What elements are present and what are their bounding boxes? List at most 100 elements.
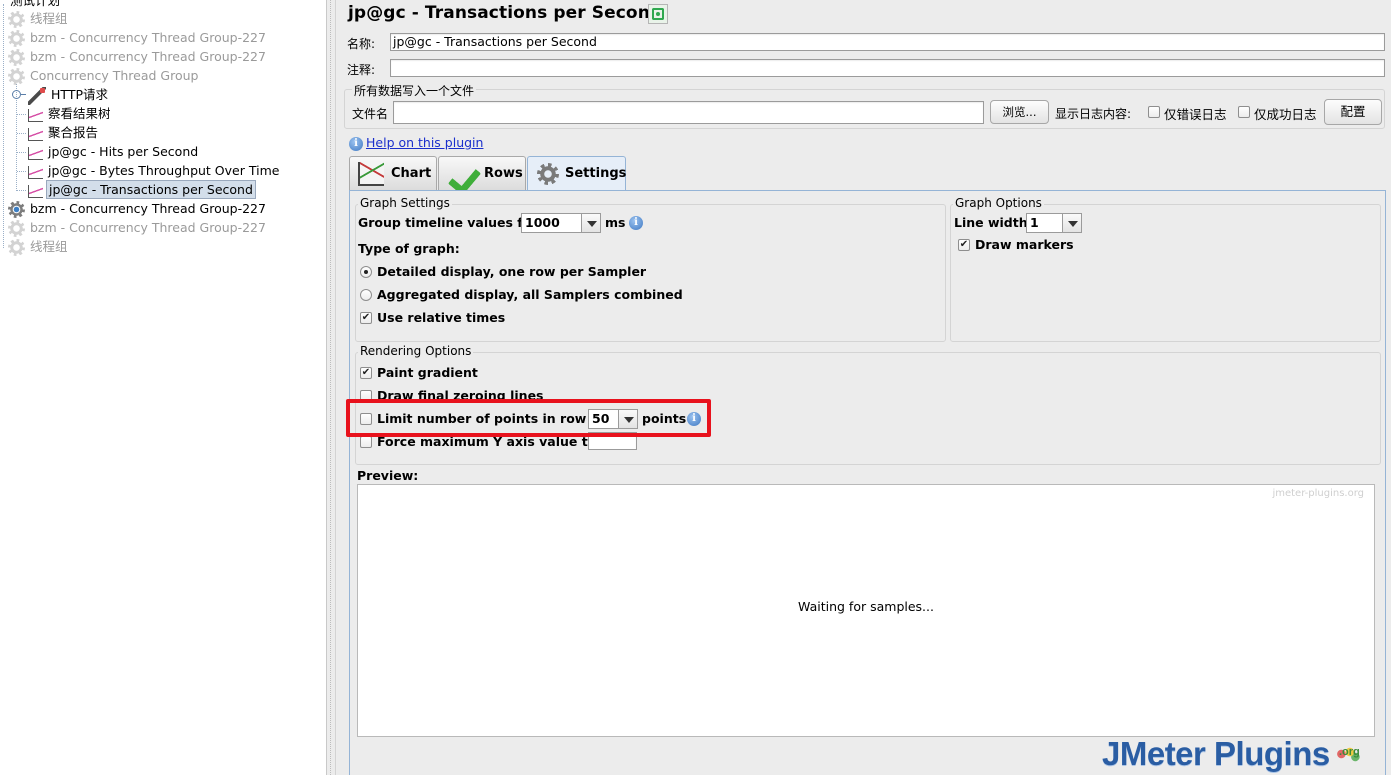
- force-max-y-checkbox[interactable]: [360, 436, 372, 448]
- filename-field[interactable]: [393, 101, 984, 124]
- tree-item-label: bzm - Concurrency Thread Group-227: [30, 201, 266, 216]
- gear-icon: [8, 30, 25, 47]
- tree-connector-line: [3, 4, 4, 248]
- preview-label: Preview:: [357, 468, 419, 483]
- chevron-down-icon[interactable]: [1062, 214, 1081, 232]
- help-link[interactable]: Help on this plugin: [366, 135, 483, 150]
- draw-markers-label: Draw markers: [975, 237, 1074, 252]
- configure-button[interactable]: 配置: [1324, 99, 1382, 125]
- aggregated-display-label: Aggregated display, all Samplers combine…: [377, 287, 683, 302]
- graph-listener-icon: [28, 128, 43, 141]
- tree-item-thread-group[interactable]: 线程组: [8, 9, 70, 28]
- detailed-display-radio[interactable]: [360, 266, 372, 278]
- tree-expand-handle[interactable]: [12, 90, 26, 99]
- graph-listener-icon: [28, 109, 43, 122]
- success-only-checkbox[interactable]: [1238, 106, 1250, 118]
- draw-markers-checkbox[interactable]: ✔: [958, 239, 970, 251]
- chart-icon: [358, 162, 384, 186]
- errors-only-checkbox[interactable]: [1148, 106, 1160, 118]
- tree-item-concurrency-group[interactable]: bzm - Concurrency Thread Group-227: [8, 28, 268, 47]
- gear-icon: [537, 163, 559, 185]
- tree-item-aggregate-report[interactable]: 聚合报告: [28, 123, 100, 142]
- gear-icon: [8, 11, 25, 28]
- waiting-message: Waiting for samples...: [798, 599, 934, 614]
- panel-title: jp@gc - Transactions per Second: [348, 3, 663, 23]
- watermark-text: jmeter-plugins.org: [1272, 488, 1364, 499]
- test-plan-tree[interactable]: 测试计划 线程组 bzm - Concurrency Thread Group-…: [0, 0, 326, 775]
- graph-listener-icon: [28, 147, 43, 160]
- line-width-combo[interactable]: 1: [1026, 213, 1082, 233]
- tree-item-concurrency-group-active[interactable]: bzm - Concurrency Thread Group-227: [8, 199, 268, 218]
- tree-connector-line: [17, 133, 26, 134]
- tab-chart-label: Chart: [391, 166, 432, 181]
- listener-config-panel: jp@gc - Transactions per Second 名称: jp@g…: [337, 0, 1391, 775]
- paint-gradient-checkbox[interactable]: ✔: [360, 367, 372, 379]
- tree-item-concurrency-group[interactable]: bzm - Concurrency Thread Group-227: [8, 47, 268, 66]
- graph-listener-icon: [28, 166, 43, 179]
- write-to-file-title: 所有数据写入一个文件: [352, 82, 477, 99]
- group-timeline-value: 1000: [525, 215, 560, 230]
- tree-connector-line: [17, 190, 26, 191]
- info-icon: i: [349, 137, 363, 151]
- line-width-label: Line width:: [954, 215, 1033, 230]
- tab-chart[interactable]: Chart: [349, 156, 437, 190]
- browse-button[interactable]: 浏览...: [990, 100, 1049, 124]
- tab-settings-label: Settings: [565, 166, 627, 181]
- gear-icon: [8, 201, 25, 218]
- tree-connector-line: [16, 84, 17, 191]
- aggregated-display-radio[interactable]: [360, 289, 372, 301]
- detailed-display-label: Detailed display, one row per Sampler: [377, 264, 647, 279]
- graph-options-title: Graph Options: [953, 196, 1044, 210]
- tree-item-label: 线程组: [30, 239, 68, 254]
- info-icon[interactable]: i: [629, 216, 643, 230]
- relative-times-label: Use relative times: [377, 310, 506, 325]
- tab-settings[interactable]: Settings: [527, 156, 626, 191]
- tree-item-http-request[interactable]: HTTP请求: [28, 85, 110, 105]
- tree-item-view-results-tree[interactable]: 察看结果树: [28, 104, 113, 123]
- tree-item-label: bzm - Concurrency Thread Group-227: [30, 30, 266, 45]
- checkmark-icon: [449, 161, 479, 189]
- tree-item-label: bzm - Concurrency Thread Group-227: [30, 49, 266, 64]
- comment-field[interactable]: [390, 59, 1385, 77]
- tree-item-concurrency-group[interactable]: bzm - Concurrency Thread Group-227: [8, 218, 268, 237]
- tree-item-label: jp@gc - Hits per Second: [48, 144, 199, 159]
- tree-item-bytes-throughput[interactable]: jp@gc - Bytes Throughput Over Time: [28, 161, 281, 180]
- relative-times-checkbox[interactable]: ✔: [360, 312, 372, 324]
- name-field[interactable]: jp@gc - Transactions per Second: [390, 33, 1385, 51]
- chevron-down-icon[interactable]: [581, 214, 600, 232]
- tree-item-label: jp@gc - Transactions per Second: [46, 180, 256, 199]
- jmeter-plugins-logo: JMeter Plugins: [1102, 735, 1330, 772]
- jmeter-plugins-logo-suffix: .org: [1339, 746, 1360, 758]
- settings-tab-panel: Graph Settings Group timeline values for…: [349, 190, 1386, 775]
- name-label: 名称:: [347, 37, 376, 51]
- panel-splitter[interactable]: [326, 0, 336, 775]
- line-width-value: 1: [1030, 215, 1039, 230]
- gear-icon: [8, 220, 25, 237]
- tree-item-label: 察看结果树: [48, 106, 111, 121]
- annotation-highlight-box: [346, 399, 711, 437]
- tree-item-hits-per-second[interactable]: jp@gc - Hits per Second: [28, 142, 200, 161]
- success-only-label: 仅成功日志: [1254, 107, 1317, 122]
- tree-item-label: Concurrency Thread Group: [30, 68, 199, 83]
- gear-icon: [8, 68, 25, 85]
- tree-item-label: 线程组: [30, 11, 68, 26]
- tab-rows[interactable]: Rows: [438, 156, 526, 190]
- type-of-graph-label: Type of graph:: [358, 241, 460, 256]
- comment-label: 注释:: [347, 63, 376, 77]
- tree-root-label: 测试计划: [10, 0, 61, 8]
- tree-item-label: 聚合报告: [48, 125, 99, 140]
- rendering-options-title: Rendering Options: [358, 344, 474, 358]
- tree-item-transactions-per-second[interactable]: jp@gc - Transactions per Second: [28, 180, 256, 199]
- preview-chart-area: jmeter-plugins.org Waiting for samples..…: [357, 484, 1375, 737]
- group-timeline-label: Group timeline values for: [358, 215, 538, 230]
- tree-connector-line: [17, 114, 26, 115]
- tree-item-label: HTTP请求: [51, 87, 108, 102]
- tree-item-thread-group[interactable]: 线程组: [8, 237, 70, 256]
- tree-connector-line: [17, 152, 26, 153]
- tab-rows-label: Rows: [484, 166, 523, 181]
- group-timeline-combo[interactable]: 1000: [521, 213, 601, 233]
- expand-icon[interactable]: [648, 4, 668, 24]
- tree-item-concurrency-thread-group[interactable]: Concurrency Thread Group: [8, 66, 200, 85]
- gear-icon: [8, 239, 25, 256]
- log-content-label: 显示日志内容:: [1055, 107, 1132, 121]
